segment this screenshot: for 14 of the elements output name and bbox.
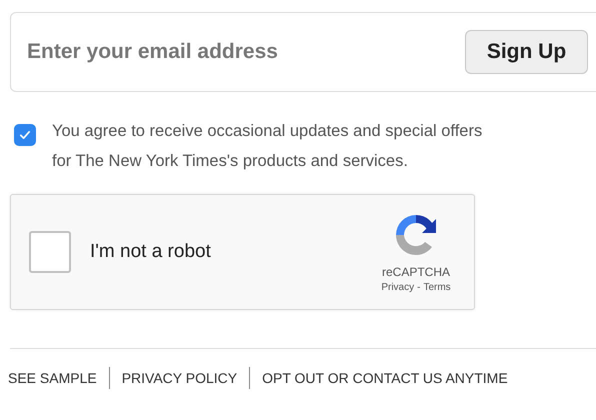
captcha-checkbox[interactable] xyxy=(29,231,71,273)
email-field[interactable]: Enter your email address Sign Up xyxy=(10,12,596,92)
captcha-link[interactable]: Terms xyxy=(423,282,451,293)
checkbox[interactable] xyxy=(14,124,36,146)
sign-up-button[interactable]: Sign Up xyxy=(465,30,588,74)
footer-link[interactable]: SEE SAMPLE xyxy=(8,370,97,386)
footer-link[interactable]: PRIVACY POLICY xyxy=(122,370,238,386)
recaptcha-brand: reCAPTCHA xyxy=(382,265,450,279)
consent-text: You agree to receive occasional updates and special offers for The New York Times's products and services. xyxy=(52,121,482,172)
footer-link[interactable]: OPT OUT OR CONTACT US ANYTIME xyxy=(262,370,508,386)
check-icon xyxy=(18,128,32,142)
separator: - xyxy=(417,282,420,293)
captcha-link[interactable]: Privacy xyxy=(381,282,414,293)
captcha-label: I'm not a robot xyxy=(90,241,212,263)
